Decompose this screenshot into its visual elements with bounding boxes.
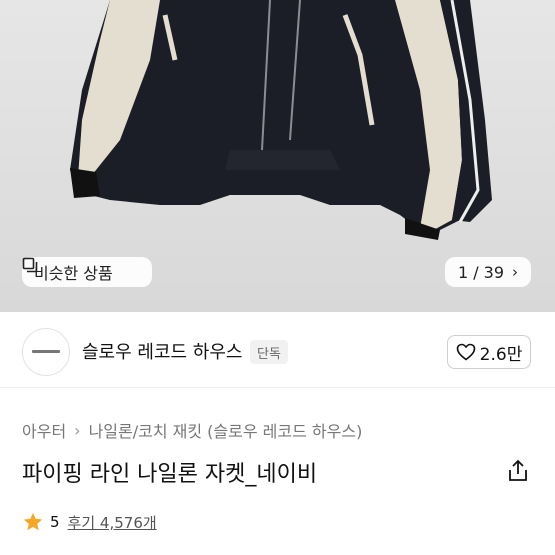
star-icon (23, 512, 43, 531)
review-count-link[interactable]: 후기 4,576개 (68, 512, 157, 533)
product-image[interactable]: 비슷한 상품 1 / 39 › (0, 0, 555, 312)
breadcrumb-item-outer[interactable]: 아우터 (22, 418, 66, 442)
exclusive-badge: 단독 (250, 340, 288, 364)
rating-summary: 5 후기 4,576개 (22, 511, 157, 533)
share-icon[interactable] (505, 458, 531, 484)
heart-icon (456, 343, 475, 361)
breadcrumb-chevron-icon: › (74, 420, 81, 440)
like-button[interactable]: 2.6만 (447, 335, 531, 369)
seller-name[interactable]: 슬로우 레코드 하우스 (82, 338, 242, 364)
similar-products-button[interactable]: 비슷한 상품 (22, 257, 152, 287)
seller-logo[interactable] (22, 328, 70, 376)
similar-products-label: 비슷한 상품 (34, 264, 113, 283)
product-title: 파이핑 라인 나일론 자켓_네이비 (22, 462, 318, 487)
chevron-right-icon: › (512, 263, 519, 281)
similar-items-icon (22, 257, 38, 273)
image-pager-button[interactable]: 1 / 39 › (445, 257, 531, 287)
page-indicator: 1 / 39 (457, 262, 505, 282)
like-count: 2.6만 (479, 344, 523, 365)
breadcrumb-item-category[interactable]: 나일론/코치 재킷 (슬로우 레코드 하우스) (89, 418, 363, 442)
breadcrumb: 아우터 › 나일론/코치 재킷 (슬로우 레코드 하우스) (22, 418, 362, 442)
rating-score: 5 (50, 513, 60, 531)
